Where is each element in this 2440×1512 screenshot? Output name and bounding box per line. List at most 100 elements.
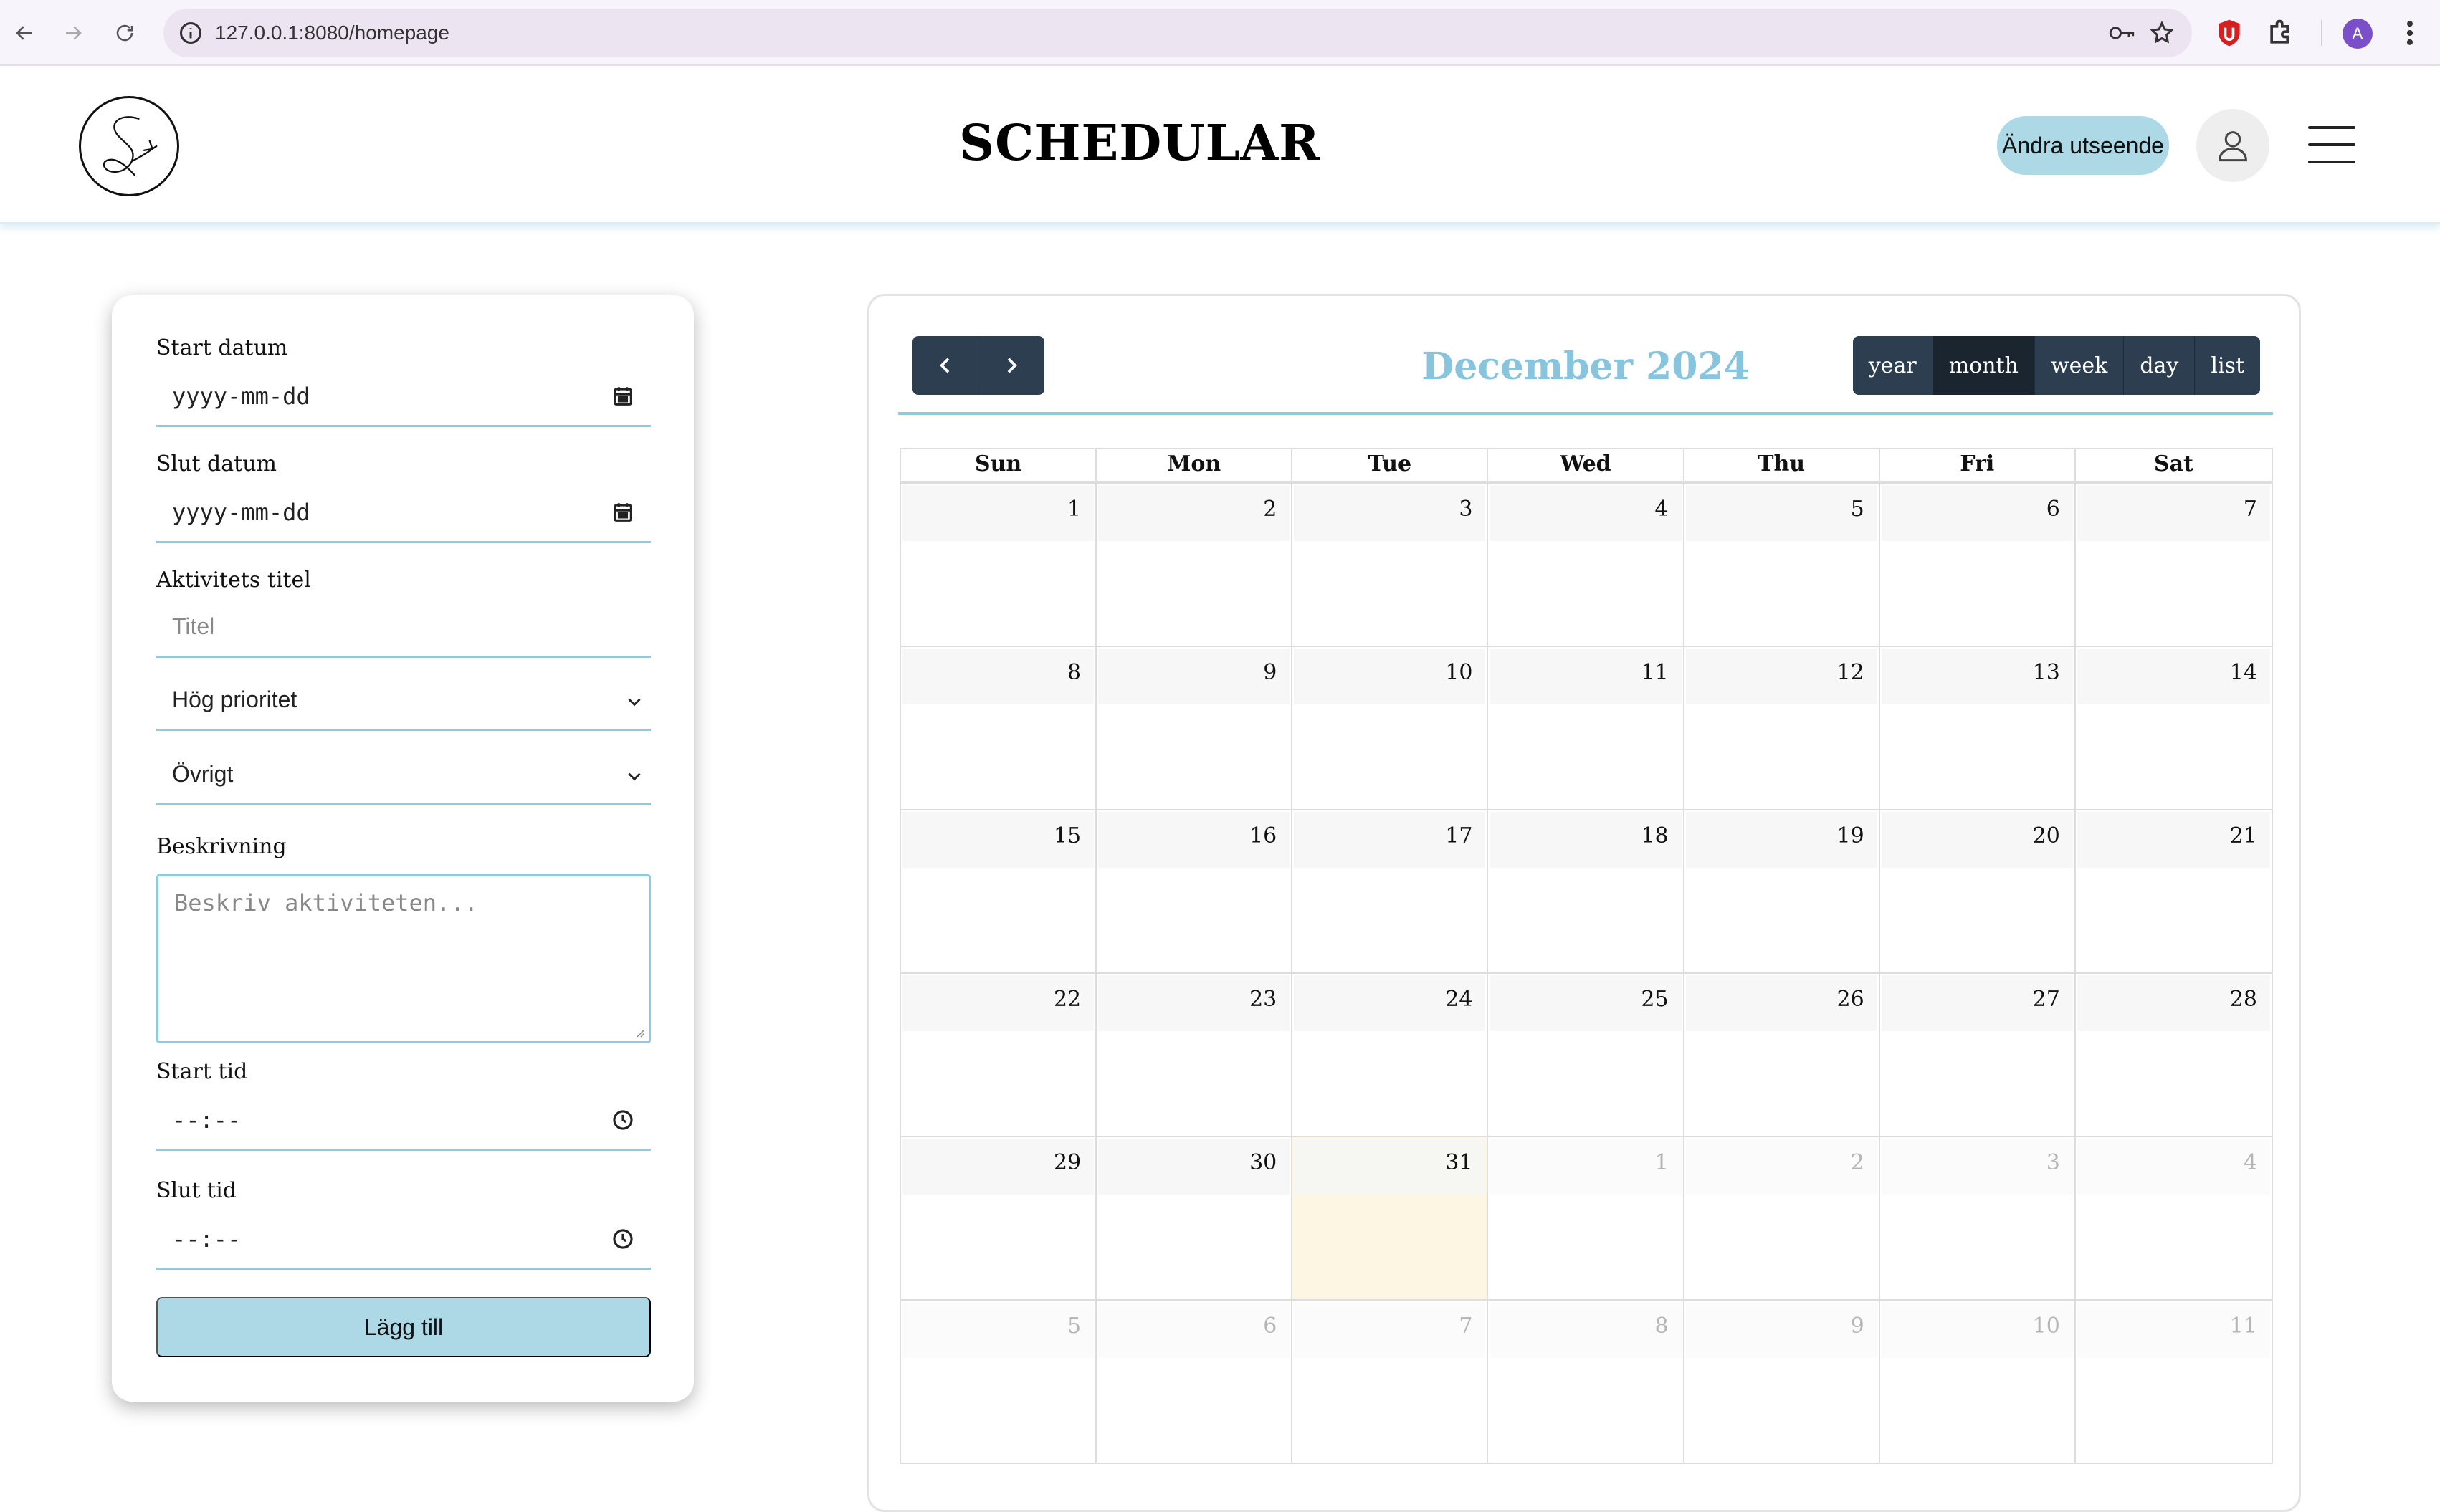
calendar-icon[interactable] bbox=[611, 500, 635, 525]
day-cell[interactable]: 17 bbox=[1292, 810, 1489, 972]
category-select[interactable]: Övrigt bbox=[156, 744, 651, 805]
day-number[interactable]: 18 bbox=[1641, 823, 1668, 848]
day-cell[interactable]: 14 bbox=[2076, 647, 2272, 809]
day-number[interactable]: 16 bbox=[1249, 823, 1277, 848]
day-cell[interactable]: 2 bbox=[1097, 484, 1293, 646]
day-cell[interactable]: 9 bbox=[1097, 647, 1293, 809]
address-bar[interactable]: 127.0.0.1:8080/homepage bbox=[163, 9, 2192, 57]
day-number[interactable]: 14 bbox=[2230, 660, 2257, 685]
day-number[interactable]: 13 bbox=[2033, 660, 2060, 685]
day-number[interactable]: 3 bbox=[1459, 497, 1472, 522]
day-number[interactable]: 2 bbox=[1263, 497, 1277, 522]
add-activity-button[interactable]: Lägg till bbox=[156, 1297, 651, 1357]
day-cell[interactable]: 4 bbox=[1488, 484, 1684, 646]
day-cell[interactable]: 15 bbox=[901, 810, 1097, 972]
day-cell[interactable]: 9 bbox=[1684, 1301, 1880, 1463]
day-cell[interactable]: 1 bbox=[901, 484, 1097, 646]
view-button-week[interactable]: week bbox=[2035, 336, 2125, 395]
day-number[interactable]: 27 bbox=[2033, 987, 2060, 1012]
day-number[interactable]: 8 bbox=[1654, 1314, 1668, 1339]
change-theme-button[interactable]: Ändra utseende bbox=[1997, 116, 2169, 175]
reload-icon[interactable] bbox=[106, 14, 143, 52]
day-cell[interactable]: 5 bbox=[1684, 484, 1880, 646]
day-number[interactable]: 8 bbox=[1067, 660, 1081, 685]
day-cell[interactable]: 27 bbox=[1880, 974, 2076, 1136]
day-cell[interactable]: 21 bbox=[2076, 810, 2272, 972]
day-number[interactable]: 6 bbox=[2046, 497, 2060, 522]
day-cell[interactable]: 5 bbox=[901, 1301, 1097, 1463]
day-cell[interactable]: 13 bbox=[1880, 647, 2076, 809]
view-button-day[interactable]: day bbox=[2124, 336, 2196, 395]
day-number[interactable]: 7 bbox=[2244, 497, 2257, 522]
forward-arrow-icon[interactable] bbox=[54, 14, 92, 52]
day-cell[interactable]: 8 bbox=[1488, 1301, 1684, 1463]
view-button-list[interactable]: list bbox=[2195, 336, 2260, 395]
day-number[interactable]: 19 bbox=[1837, 823, 1864, 848]
day-number[interactable]: 6 bbox=[1263, 1314, 1277, 1339]
day-cell[interactable]: 20 bbox=[1880, 810, 2076, 972]
day-number[interactable]: 15 bbox=[1054, 823, 1081, 848]
activity-title-input[interactable]: Titel bbox=[156, 596, 651, 658]
day-number[interactable]: 30 bbox=[1249, 1150, 1277, 1175]
day-cell[interactable]: 3 bbox=[1880, 1137, 2076, 1299]
description-textarea[interactable]: Beskriv aktiviteten... bbox=[156, 874, 651, 1043]
day-cell[interactable]: 12 bbox=[1684, 647, 1880, 809]
view-button-month[interactable]: month bbox=[1933, 336, 2035, 395]
extension-shield-icon[interactable] bbox=[2213, 17, 2245, 49]
profile-avatar[interactable]: A bbox=[2343, 19, 2373, 49]
day-number[interactable]: 4 bbox=[2244, 1150, 2257, 1175]
start-time-input[interactable]: --:-- bbox=[156, 1089, 651, 1151]
extensions-puzzle-icon[interactable] bbox=[2265, 17, 2297, 49]
day-cell[interactable]: 10 bbox=[1292, 647, 1489, 809]
day-number[interactable]: 2 bbox=[1851, 1150, 1864, 1175]
day-number[interactable]: 26 bbox=[1837, 987, 1864, 1012]
day-number[interactable]: 10 bbox=[1445, 660, 1472, 685]
browser-menu-icon[interactable] bbox=[2397, 17, 2423, 49]
next-month-button[interactable] bbox=[978, 336, 1044, 395]
day-cell[interactable]: 25 bbox=[1488, 974, 1684, 1136]
day-number[interactable]: 31 bbox=[1445, 1150, 1472, 1175]
view-button-year[interactable]: year bbox=[1853, 336, 1933, 395]
day-number[interactable]: 20 bbox=[2033, 823, 2060, 848]
day-cell[interactable]: 7 bbox=[1292, 1301, 1489, 1463]
bookmark-star-icon[interactable] bbox=[2149, 20, 2175, 46]
day-cell[interactable]: 1 bbox=[1488, 1137, 1684, 1299]
clock-icon[interactable] bbox=[611, 1227, 635, 1251]
hamburger-menu-icon[interactable] bbox=[2308, 126, 2355, 163]
day-cell[interactable]: 28 bbox=[2076, 974, 2272, 1136]
day-number[interactable]: 1 bbox=[1654, 1150, 1668, 1175]
day-cell[interactable]: 26 bbox=[1684, 974, 1880, 1136]
calendar-icon[interactable] bbox=[611, 384, 635, 408]
logo[interactable] bbox=[79, 96, 179, 196]
day-number[interactable]: 5 bbox=[1067, 1314, 1081, 1339]
day-cell[interactable]: 7 bbox=[2076, 484, 2272, 646]
day-number[interactable]: 23 bbox=[1249, 987, 1277, 1012]
url-text[interactable]: 127.0.0.1:8080/homepage bbox=[215, 20, 449, 46]
back-arrow-icon[interactable] bbox=[6, 14, 43, 52]
day-cell[interactable]: 29 bbox=[901, 1137, 1097, 1299]
day-number[interactable]: 21 bbox=[2230, 823, 2257, 848]
day-cell[interactable]: 4 bbox=[2076, 1137, 2272, 1299]
day-cell[interactable]: 10 bbox=[1880, 1301, 2076, 1463]
day-cell[interactable]: 6 bbox=[1097, 1301, 1293, 1463]
day-cell[interactable]: 8 bbox=[901, 647, 1097, 809]
day-number[interactable]: 11 bbox=[2230, 1314, 2257, 1339]
day-cell[interactable]: 11 bbox=[1488, 647, 1684, 809]
day-cell[interactable]: 18 bbox=[1488, 810, 1684, 972]
clock-icon[interactable] bbox=[611, 1108, 635, 1132]
day-number[interactable]: 10 bbox=[2033, 1314, 2060, 1339]
password-key-icon[interactable] bbox=[2107, 20, 2136, 46]
day-cell[interactable]: 16 bbox=[1097, 810, 1293, 972]
site-info-icon[interactable] bbox=[178, 20, 204, 46]
start-date-input[interactable]: yyyy-mm-dd bbox=[156, 365, 651, 427]
prev-month-button[interactable] bbox=[912, 336, 978, 395]
day-number[interactable]: 11 bbox=[1641, 660, 1668, 685]
day-cell-today[interactable]: 31 bbox=[1292, 1137, 1489, 1299]
day-cell[interactable]: 3 bbox=[1292, 484, 1489, 646]
day-number[interactable]: 9 bbox=[1851, 1314, 1864, 1339]
day-number[interactable]: 3 bbox=[2046, 1150, 2060, 1175]
day-number[interactable]: 7 bbox=[1459, 1314, 1472, 1339]
day-cell[interactable]: 30 bbox=[1097, 1137, 1293, 1299]
day-cell[interactable]: 2 bbox=[1684, 1137, 1880, 1299]
day-number[interactable]: 12 bbox=[1837, 660, 1864, 685]
